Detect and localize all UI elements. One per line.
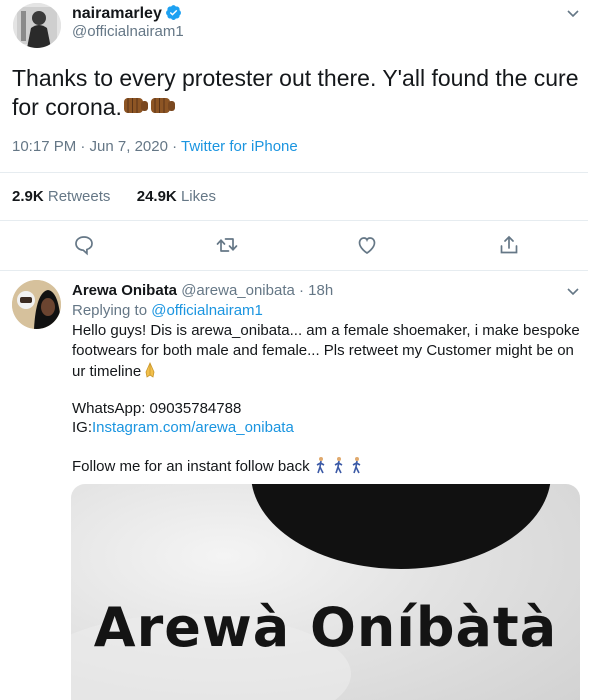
tweet-text: Thanks to every protester out there. Y'a… [12, 64, 587, 122]
retweet-icon[interactable] [215, 233, 239, 257]
verified-badge-icon [165, 5, 181, 20]
divider [0, 172, 588, 173]
chevron-down-icon[interactable] [565, 283, 581, 299]
likes-label: Likes [180, 188, 216, 205]
reply-header: Arewa Onibata @arewa_onibata · 18h [72, 282, 333, 299]
walking-person-icon [352, 457, 361, 474]
instagram-line: IG:Instagram.com/arewa_onibata [72, 418, 294, 438]
share-icon[interactable] [497, 233, 521, 257]
instagram-link[interactable]: Instagram.com/arewa_onibata [92, 419, 294, 436]
oncoming-fist-icon [150, 98, 175, 113]
reply-icon[interactable] [72, 233, 96, 257]
divider [0, 220, 588, 221]
walking-person-icon [316, 457, 325, 474]
like-icon[interactable] [355, 233, 379, 257]
reply-text-line: footwears for both male and female... Pl… [72, 342, 574, 359]
divider [0, 270, 588, 271]
avatar[interactable] [12, 280, 61, 329]
ig-prefix: IG: [72, 419, 93, 436]
retweets-stat[interactable]: 2.9K Retweets [12, 188, 110, 205]
handle[interactable]: @officialnairam1 [72, 23, 184, 40]
oncoming-fist-icon [123, 98, 148, 113]
tweet-meta: 10:17 PM · Jun 7, 2020 · Twitter for iPh… [12, 138, 298, 155]
mention-link[interactable]: @officialnairam1 [151, 302, 263, 319]
display-name[interactable]: Arewa Onibata [72, 282, 177, 299]
reply-text-line: Hello guys! Dis is arewa_onibata... am a… [72, 322, 580, 339]
media-caption: Arewà Oníbàtà [93, 596, 558, 659]
folded-hands-icon [145, 362, 155, 378]
source-link[interactable]: Twitter for iPhone [181, 138, 298, 155]
timestamp[interactable]: 10:17 PM · Jun 7, 2020 · [12, 138, 181, 155]
follow-line: Follow me for an instant follow back [72, 456, 364, 477]
reply-text-end: ur timeline [72, 363, 142, 380]
avatar[interactable] [13, 3, 61, 48]
whatsapp-line: WhatsApp: 09035784788 [72, 400, 242, 417]
tweet-media-image[interactable]: Arewà Oníbàtà [71, 484, 580, 700]
display-name-text[interactable]: nairamarley [72, 5, 162, 22]
walking-person-icon [334, 457, 343, 474]
retweets-count: 2.9K [12, 188, 44, 205]
retweets-label: Retweets [47, 188, 111, 205]
handle-and-time[interactable]: @arewa_onibata · 18h [177, 282, 333, 299]
likes-count: 24.9K [136, 188, 177, 205]
reply-text-line: ur timeline [72, 361, 159, 382]
likes-stat[interactable]: 24.9K Likes [137, 188, 216, 205]
replying-prefix: Replying to [72, 302, 152, 319]
replying-to: Replying to @officialnairam1 [72, 302, 263, 319]
display-name[interactable]: nairamarley [72, 4, 182, 23]
tweet-text-body: Thanks to every protester out there. Y'a… [12, 65, 579, 120]
chevron-down-icon[interactable] [565, 5, 581, 21]
media-background [71, 484, 551, 700]
follow-text: Follow me for an instant follow back [72, 458, 310, 475]
engagement-stats: 2.9K Retweets 24.9K Likes [12, 188, 216, 205]
